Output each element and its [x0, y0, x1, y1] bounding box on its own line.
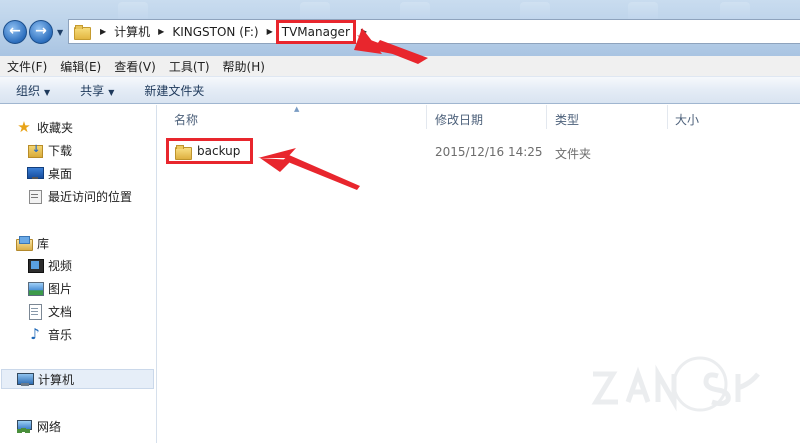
address-bar[interactable]: ▶ 计算机 ▶ KINGSTON (F:) ▶ TVManager ▶ — [68, 19, 800, 44]
menu-tools[interactable]: 工具(T) — [169, 58, 210, 75]
nav-label: 库 — [37, 236, 50, 251]
caret-down-icon: ▼ — [44, 87, 51, 97]
file-name: backup — [197, 144, 241, 158]
nav-label: 桌面 — [48, 166, 73, 181]
organize-label: 组织 — [16, 83, 41, 98]
file-modified: 2015/12/16 14:25 — [435, 145, 543, 159]
nav-label: 文档 — [48, 304, 73, 319]
menu-bar: 文件(F) 编辑(E) 查看(V) 工具(T) 帮助(H) — [0, 56, 800, 76]
nav-label: 最近访问的位置 — [48, 189, 133, 204]
nav-item-downloads[interactable]: 下载 — [27, 140, 72, 160]
nav-item-documents[interactable]: 文档 — [27, 301, 72, 321]
caret-down-icon: ▼ — [108, 87, 115, 97]
column-label: 大小 — [675, 112, 700, 127]
nav-network[interactable]: 网络 — [16, 416, 61, 436]
nav-label: 图片 — [48, 281, 73, 296]
breadcrumb-drive[interactable]: KINGSTON (F:) — [172, 25, 258, 39]
column-header-size[interactable]: 大小 — [675, 105, 699, 133]
organize-button[interactable]: 组织 ▼ — [12, 82, 54, 99]
navigation-pane: ★ 收藏夹 下载 桌面 最近访问的位置 库 视频 图片 文档 ♪ 音乐 计算机 … — [0, 105, 157, 443]
chevron-right-icon[interactable]: ▶ — [361, 27, 367, 36]
network-icon — [16, 419, 32, 433]
forward-button[interactable]: → — [29, 20, 53, 44]
table-row[interactable]: backup 2015/12/16 14:25 文件夹 — [158, 136, 798, 164]
recent-places-icon — [27, 189, 43, 204]
column-header-name[interactable]: 名称 — [174, 105, 198, 133]
watermark-logo — [591, 356, 760, 412]
nav-libraries[interactable]: 库 — [16, 233, 49, 253]
nav-label: 网络 — [37, 419, 62, 434]
desktop-icon — [27, 166, 44, 180]
recent-pages-dropdown[interactable]: ▼ — [57, 28, 65, 37]
nav-label: 音乐 — [48, 327, 73, 342]
file-type: 文件夹 — [555, 147, 592, 161]
chevron-right-icon[interactable]: ▶ — [267, 27, 273, 36]
column-divider[interactable] — [667, 105, 668, 129]
pictures-icon — [27, 281, 44, 296]
column-label: 类型 — [555, 112, 580, 127]
column-header-modified[interactable]: 修改日期 — [435, 105, 483, 133]
nav-computer[interactable]: 计算机 — [1, 369, 154, 389]
file-name-cell[interactable]: backup — [166, 138, 254, 164]
share-button[interactable]: 共享 ▼ — [76, 82, 118, 99]
sort-ascending-icon: ▲ — [294, 105, 300, 113]
nav-label: 下载 — [48, 143, 73, 158]
new-folder-button[interactable]: 新建文件夹 — [140, 82, 208, 99]
nav-label: 计算机 — [38, 372, 75, 387]
video-icon — [27, 258, 44, 273]
chevron-right-icon[interactable]: ▶ — [158, 27, 164, 36]
menu-edit[interactable]: 编辑(E) — [60, 58, 101, 75]
music-note-icon: ♪ — [30, 325, 40, 343]
column-divider[interactable] — [546, 105, 547, 129]
computer-icon — [17, 372, 34, 386]
breadcrumb-tvmanager[interactable]: TVManager — [275, 19, 356, 44]
nav-item-desktop[interactable]: 桌面 — [27, 163, 72, 183]
star-icon: ★ — [17, 118, 31, 136]
folder-icon — [74, 25, 91, 40]
downloads-folder-icon — [27, 143, 43, 158]
menu-view[interactable]: 查看(V) — [114, 58, 156, 75]
back-button[interactable]: ← — [3, 20, 27, 44]
document-icon — [27, 304, 43, 320]
column-header-type[interactable]: 类型 — [555, 105, 579, 133]
arrow-right-icon: → — [35, 23, 47, 39]
nav-favorites[interactable]: ★ 收藏夹 — [16, 117, 73, 137]
nav-item-music[interactable]: ♪ 音乐 — [27, 324, 72, 344]
address-region: ← → ▼ ▶ 计算机 ▶ KINGSTON (F:) ▶ TVManager … — [0, 0, 800, 56]
nav-item-videos[interactable]: 视频 — [27, 255, 72, 275]
nav-label: 收藏夹 — [37, 120, 74, 135]
menu-file[interactable]: 文件(F) — [7, 58, 47, 75]
column-label: 修改日期 — [435, 112, 484, 127]
breadcrumb-computer[interactable]: 计算机 — [114, 23, 150, 40]
column-label: 名称 — [174, 112, 199, 127]
column-divider[interactable] — [426, 105, 427, 129]
library-icon — [16, 236, 33, 251]
nav-item-recent-places[interactable]: 最近访问的位置 — [27, 186, 132, 206]
nav-item-pictures[interactable]: 图片 — [27, 278, 72, 298]
chevron-right-icon[interactable]: ▶ — [100, 27, 106, 36]
folder-icon — [175, 144, 192, 160]
share-label: 共享 — [80, 83, 105, 98]
arrow-left-icon: ← — [9, 23, 21, 39]
nav-label: 视频 — [48, 258, 73, 273]
menu-help[interactable]: 帮助(H) — [223, 58, 265, 75]
command-bar: 组织 ▼ 共享 ▼ 新建文件夹 — [0, 76, 800, 104]
